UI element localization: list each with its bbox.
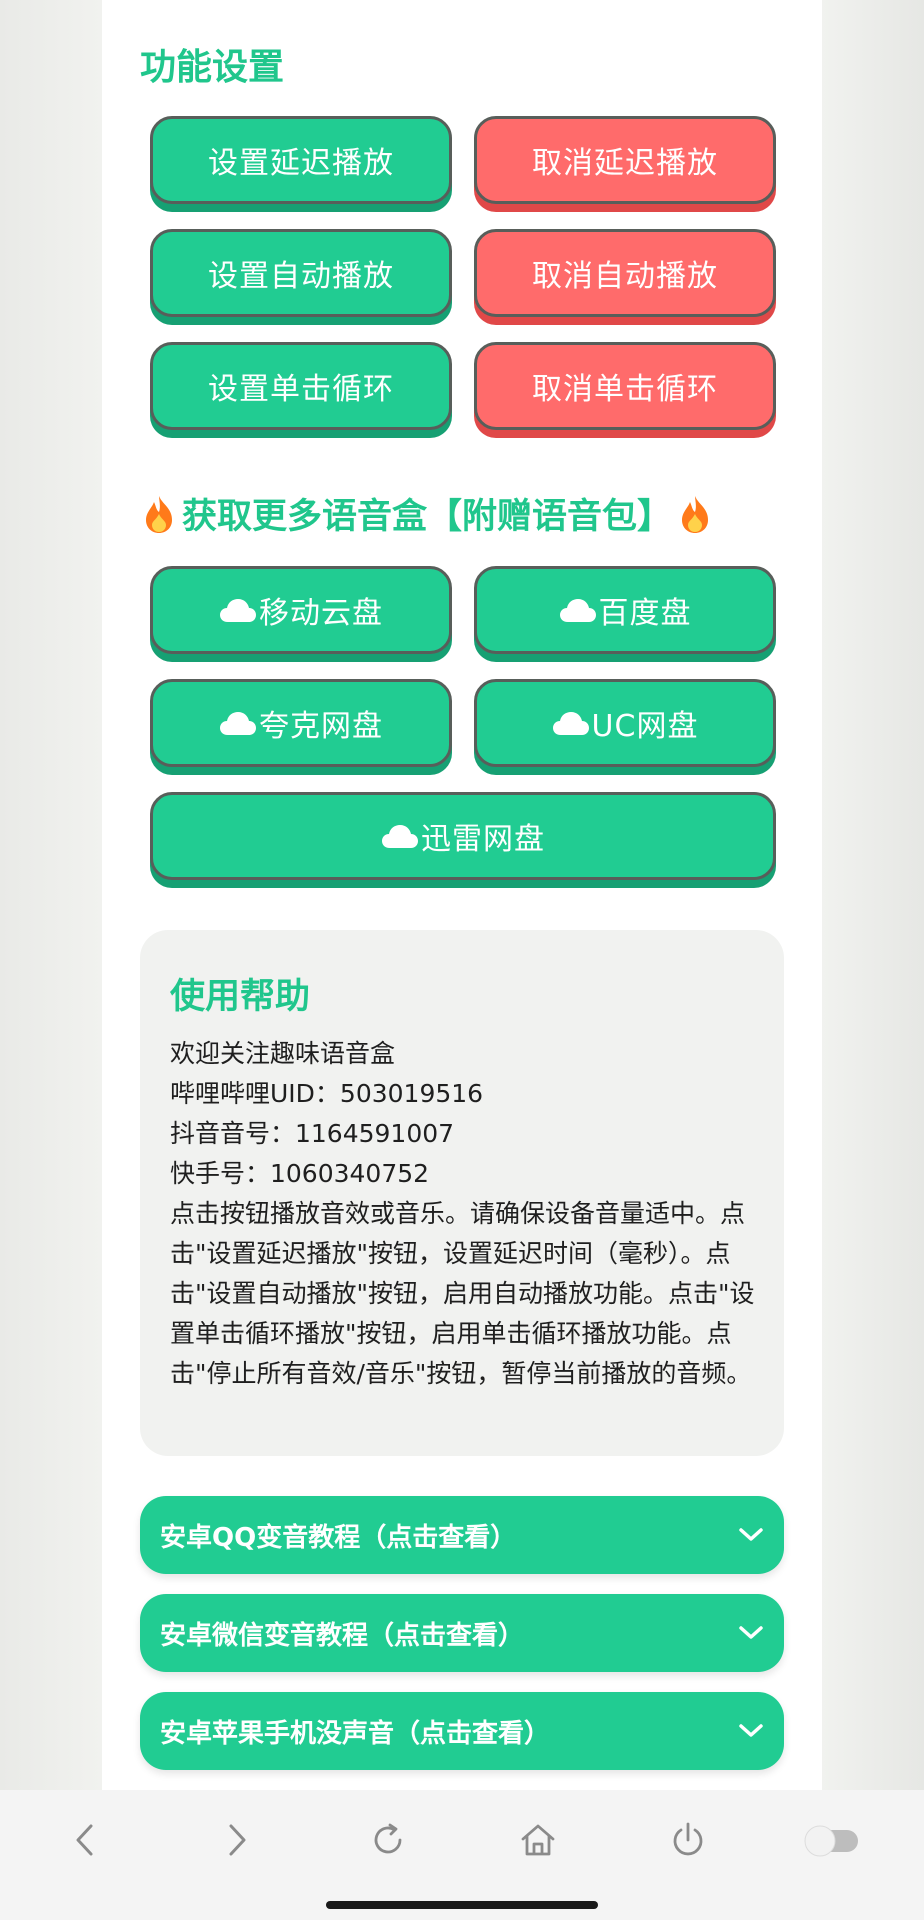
set-delay-button[interactable]: 设置延迟播放	[150, 116, 452, 204]
xunlei-label: 迅雷网盘	[421, 822, 545, 857]
help-line: 欢迎关注趣味语音盒	[170, 1039, 396, 1068]
chevron-down-icon	[739, 1626, 763, 1639]
fire-icon	[146, 495, 172, 533]
xunlei-button[interactable]: 迅雷网盘	[150, 792, 776, 880]
cloud-icon	[220, 599, 256, 622]
cancel-loop-button[interactable]: 取消单击循环	[474, 342, 776, 430]
downloads-heading: 获取更多语音盒【附赠语音包】	[142, 488, 712, 539]
help-line: 哔哩哔哩UID：503019516	[170, 1079, 484, 1108]
help-line: 快手号：1060340752	[170, 1159, 430, 1188]
help-panel: 使用帮助 欢迎关注趣味语音盒 哔哩哔哩UID：503019516 抖音音号：11…	[140, 930, 784, 1456]
uc-label: UC网盘	[591, 709, 699, 744]
cancel-delay-button[interactable]: 取消延迟播放	[474, 116, 776, 204]
mobile-cloud-label: 移动云盘	[259, 596, 383, 631]
mobile-cloud-button[interactable]: 移动云盘	[150, 566, 452, 654]
help-line: 抖音音号：1164591007	[170, 1119, 455, 1148]
settings-title: 功能设置	[140, 47, 285, 88]
set-loop-button[interactable]: 设置单击循环	[150, 342, 452, 430]
accordion-qq-tutorial[interactable]: 安卓QQ变音教程（点击查看）	[140, 1496, 784, 1574]
cloud-icon	[382, 825, 418, 848]
baidu-button[interactable]: 百度盘	[474, 566, 776, 654]
reload-icon[interactable]	[368, 1820, 408, 1860]
accordion-label: 安卓苹果手机没声音（点击查看）	[160, 1718, 551, 1749]
downloads-title: 获取更多语音盒【附赠语音包】	[182, 497, 673, 537]
right-margin	[822, 0, 924, 1790]
accordion-no-sound[interactable]: 安卓苹果手机没声音（点击查看）	[140, 1692, 784, 1770]
cloud-icon	[552, 712, 589, 735]
help-title: 使用帮助	[170, 977, 311, 1017]
fire-icon	[682, 495, 709, 533]
accordion-label: 安卓微信变音教程（点击查看）	[160, 1620, 525, 1651]
cloud-icon	[220, 712, 256, 735]
home-indicator[interactable]	[326, 1901, 598, 1909]
help-body: 欢迎关注趣味语音盒 哔哩哔哩UID：503019516 抖音音号：1164591…	[170, 1034, 760, 1394]
cancel-auto-button[interactable]: 取消自动播放	[474, 229, 776, 317]
accordion-label: 安卓QQ变音教程（点击查看）	[160, 1522, 517, 1553]
set-auto-button[interactable]: 设置自动播放	[150, 229, 452, 317]
forward-icon[interactable]	[216, 1820, 256, 1860]
accordion-wechat-tutorial[interactable]: 安卓微信变音教程（点击查看）	[140, 1594, 784, 1672]
content-card: 功能设置 设置延迟播放 取消延迟播放 设置自动播放 取消自动播放 设置单击循环 …	[102, 0, 822, 1790]
power-icon[interactable]	[668, 1820, 708, 1860]
cloud-icon	[559, 599, 596, 622]
help-line: 点击按钮播放音效或音乐。请确保设备音量适中。点击"设置延迟播放"按钮，设置延迟时…	[170, 1199, 755, 1388]
home-icon[interactable]	[518, 1820, 558, 1860]
toggle-icon[interactable]	[800, 1820, 864, 1860]
back-icon[interactable]	[66, 1820, 106, 1860]
baidu-label: 百度盘	[598, 596, 692, 631]
uc-button[interactable]: UC网盘	[474, 679, 776, 767]
quark-button[interactable]: 夸克网盘	[150, 679, 452, 767]
quark-label: 夸克网盘	[259, 709, 383, 744]
left-margin	[0, 0, 102, 1790]
chevron-down-icon	[739, 1528, 763, 1541]
chevron-down-icon	[739, 1724, 763, 1737]
